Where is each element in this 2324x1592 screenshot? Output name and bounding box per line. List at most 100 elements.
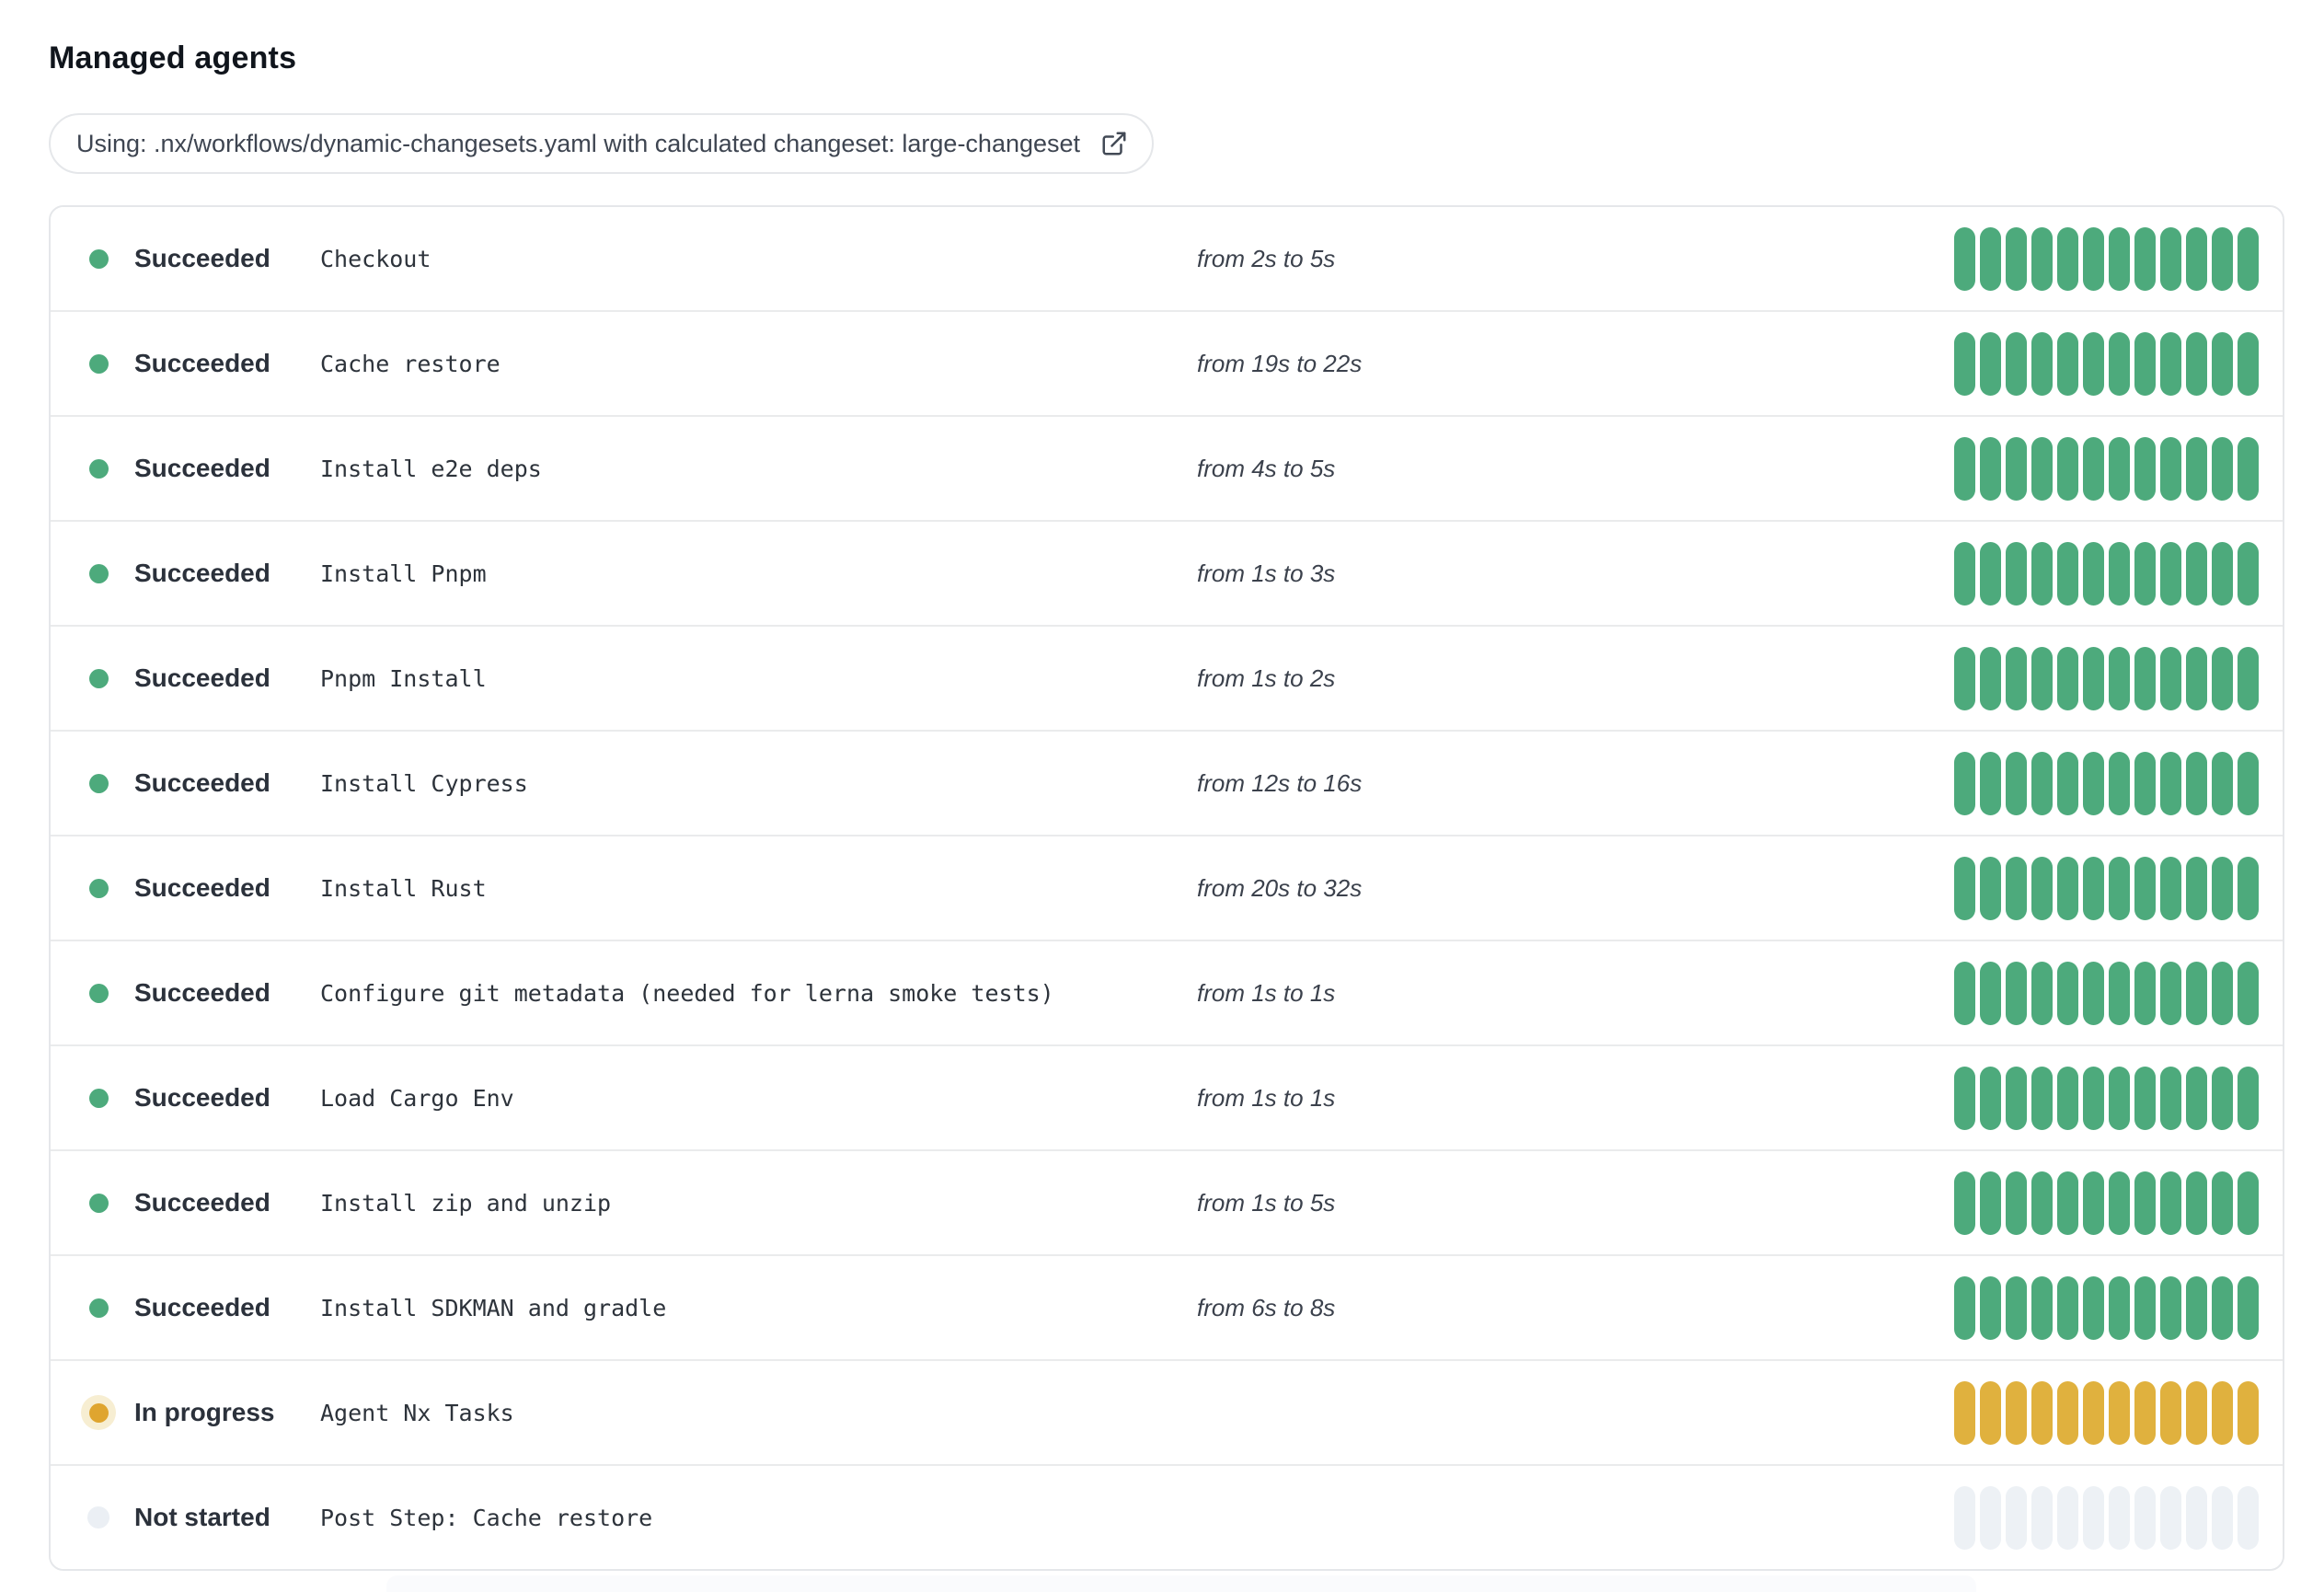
agent-bar [2006, 646, 2027, 710]
agent-bar [2134, 226, 2156, 291]
agent-bar [2238, 331, 2259, 396]
agent-bar [2109, 436, 2130, 501]
agent-step-row: In progress Agent Nx Tasks [51, 1359, 2283, 1464]
agent-bars [1954, 856, 2259, 920]
duration-text: from 1s to 5s [1197, 1188, 1336, 1217]
status-label: Succeeded [134, 244, 270, 272]
status-dot-icon [88, 668, 109, 688]
agent-bar [2006, 856, 2027, 920]
agent-bar [1980, 856, 2001, 920]
agent-bar [2186, 1066, 2207, 1130]
agent-bar [2006, 1275, 2027, 1340]
workflow-banner[interactable]: Using: .nx/workflows/dynamic-changesets.… [49, 113, 1155, 174]
status-dot-icon [88, 248, 109, 269]
agent-bar [2057, 1380, 2078, 1445]
agent-bar [2109, 856, 2130, 920]
agent-bars [1954, 226, 2259, 291]
agent-bar [2186, 1485, 2207, 1550]
agent-bar [1954, 331, 1975, 396]
agent-bars [1954, 646, 2259, 710]
agent-bar [2134, 646, 2156, 710]
duration-text: from 1s to 2s [1197, 663, 1336, 692]
agent-bar [2238, 1380, 2259, 1445]
status-dot-icon [88, 878, 109, 898]
status-dot-icon [88, 1402, 109, 1423]
status-dot-halo [81, 1080, 116, 1115]
agent-bar [2160, 1066, 2181, 1130]
duration-text: from 4s to 5s [1197, 454, 1336, 482]
agent-bar [2160, 856, 2181, 920]
agent-bar [2057, 436, 2078, 501]
status-dot-icon [88, 1298, 109, 1318]
status-dot-halo [81, 241, 116, 276]
step-name: Install zip and unzip [320, 1189, 612, 1217]
agent-bar [1980, 1485, 2001, 1550]
agent-bar [1954, 961, 1975, 1025]
agent-bar [2109, 1066, 2130, 1130]
workflow-banner-text: Using: .nx/workflows/dynamic-changesets.… [76, 129, 1081, 157]
agent-bar [1954, 1275, 1975, 1340]
status-cell: Succeeded [51, 975, 320, 1010]
agent-bars [1954, 1485, 2259, 1550]
status-dot-icon [88, 458, 109, 479]
agent-bar [2057, 1275, 2078, 1340]
step-name: Pnpm Install [320, 664, 487, 692]
agent-bar [1954, 541, 1975, 606]
agent-bar [2006, 541, 2027, 606]
external-link-icon[interactable] [1100, 130, 1128, 157]
agent-bar [2212, 541, 2233, 606]
agent-bar [2186, 646, 2207, 710]
status-label: Succeeded [134, 663, 270, 692]
agent-bar [2134, 541, 2156, 606]
status-dot-halo [81, 871, 116, 906]
agent-step-row: Succeeded Load Cargo Env from 1s to 1s [51, 1044, 2283, 1149]
agent-bar [2109, 961, 2130, 1025]
agent-bar [2109, 646, 2130, 710]
agent-bar [2057, 226, 2078, 291]
agent-steps-list: Succeeded Checkout from 2s to 5s Succeed… [49, 205, 2284, 1571]
agent-bar [2186, 436, 2207, 501]
status-label: Succeeded [134, 454, 270, 482]
page-title: Managed agents [49, 40, 297, 75]
status-dot-halo [81, 1395, 116, 1430]
agent-bar [1980, 436, 2001, 501]
next-section-edge [386, 1575, 1976, 1592]
step-name: Install SDKMAN and gradle [320, 1294, 667, 1321]
status-cell: Succeeded [51, 1185, 320, 1220]
duration-text: from 19s to 22s [1197, 349, 1363, 377]
status-dot-halo [81, 556, 116, 591]
agent-bar [2212, 1171, 2233, 1235]
agent-bar [2031, 226, 2053, 291]
agent-bar [2160, 541, 2181, 606]
agent-bar [2083, 436, 2104, 501]
agent-bar [2031, 1485, 2053, 1550]
status-dot-icon [88, 773, 109, 793]
agent-bar [2160, 1171, 2181, 1235]
agent-bar [2083, 1171, 2104, 1235]
status-cell: Succeeded [51, 871, 320, 906]
agent-step-row: Succeeded Install zip and unzip from 1s … [51, 1149, 2283, 1254]
agent-bar [2006, 1380, 2027, 1445]
step-name: Post Step: Cache restore [320, 1504, 653, 1531]
agent-bar [2031, 961, 2053, 1025]
agent-bar [2031, 1380, 2053, 1445]
agent-bar [1954, 1171, 1975, 1235]
managed-agents-page: Managed agents Using: .nx/workflows/dyna… [0, 0, 2324, 1571]
agent-bar [2057, 1485, 2078, 1550]
agent-bar [2160, 226, 2181, 291]
agent-bar [1954, 1066, 1975, 1130]
agent-bar [2238, 1066, 2259, 1130]
agent-bar [1980, 751, 2001, 815]
status-label: Succeeded [134, 1188, 270, 1217]
agent-bars [1954, 331, 2259, 396]
agent-bar [2134, 331, 2156, 396]
status-dot-halo [81, 451, 116, 486]
step-name: Agent Nx Tasks [320, 1399, 514, 1426]
duration-text: from 1s to 3s [1197, 559, 1336, 587]
agent-step-row: Succeeded Pnpm Install from 1s to 2s [51, 625, 2283, 730]
status-label: Not started [134, 1503, 270, 1531]
agent-bar [2006, 961, 2027, 1025]
step-name: Install Rust [320, 874, 487, 902]
status-dot-halo [81, 346, 116, 381]
agent-bar [2238, 1275, 2259, 1340]
